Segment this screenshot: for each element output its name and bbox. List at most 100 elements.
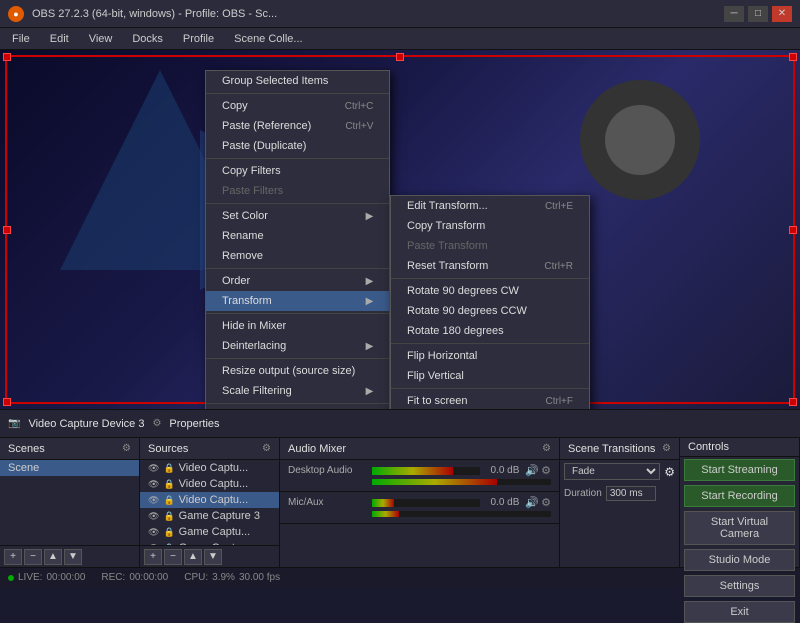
start-streaming-btn[interactable]: Start Streaming bbox=[684, 459, 795, 481]
source-down-btn[interactable]: ▼ bbox=[204, 549, 222, 565]
source-eye-2[interactable]: 👁 bbox=[148, 479, 159, 490]
source-item-2[interactable]: 👁 🔒 Video Captu... bbox=[140, 476, 279, 492]
ctx-sep-6 bbox=[206, 358, 389, 359]
trans-gear-icon[interactable]: ⚙ bbox=[664, 465, 675, 479]
transitions-settings-icon[interactable]: ⚙ bbox=[662, 443, 671, 454]
main-area: Group Selected Items CopyCtrl+C Paste (R… bbox=[0, 50, 800, 567]
ctx-rotate-180[interactable]: Rotate 180 degrees bbox=[391, 321, 589, 341]
source-lock-4[interactable]: 🔒 bbox=[163, 511, 174, 522]
settings-icon[interactable]: ⚙ bbox=[152, 418, 161, 429]
source-item-4[interactable]: 👁 🔒 Game Capture 3 bbox=[140, 508, 279, 524]
source-lock-5[interactable]: 🔒 bbox=[163, 527, 174, 538]
titlebar-left: ● OBS 27.2.3 (64-bit, windows) - Profile… bbox=[8, 6, 277, 22]
fps-value: 30.00 fps bbox=[239, 572, 280, 583]
scene-add-btn[interactable]: + bbox=[4, 549, 22, 565]
audio-panel: Audio Mixer ⚙ Desktop Audio 0.0 dB 🔊 ⚙ bbox=[280, 438, 560, 567]
source-lock-1[interactable]: 🔒 bbox=[163, 463, 174, 474]
rec-time: 00:00:00 bbox=[129, 572, 168, 583]
ctx-edit-transform[interactable]: Edit Transform...Ctrl+E bbox=[391, 196, 589, 216]
handle-middle-right[interactable] bbox=[789, 226, 797, 234]
ctx-hide-in-mixer[interactable]: Hide in Mixer bbox=[206, 316, 389, 336]
menu-file[interactable]: File bbox=[4, 31, 38, 47]
source-remove-btn[interactable]: − bbox=[164, 549, 182, 565]
source-item-5[interactable]: 👁 🔒 Game Captu... bbox=[140, 524, 279, 540]
menu-profile[interactable]: Profile bbox=[175, 31, 222, 47]
source-add-btn[interactable]: + bbox=[144, 549, 162, 565]
studio-mode-btn[interactable]: Studio Mode bbox=[684, 549, 795, 571]
handle-bottom-right[interactable] bbox=[789, 398, 797, 406]
menu-view[interactable]: View bbox=[81, 31, 121, 47]
close-button[interactable]: ✕ bbox=[772, 6, 792, 22]
ctx-paste-duplicate[interactable]: Paste (Duplicate) bbox=[206, 136, 389, 156]
audio-settings-icon[interactable]: ⚙ bbox=[542, 443, 551, 454]
menu-docks[interactable]: Docks bbox=[124, 31, 171, 47]
ctx-flip-horizontal[interactable]: Flip Horizontal bbox=[391, 346, 589, 366]
scene-down-btn[interactable]: ▼ bbox=[64, 549, 82, 565]
handle-middle-left[interactable] bbox=[3, 226, 11, 234]
source-up-btn[interactable]: ▲ bbox=[184, 549, 202, 565]
start-recording-btn[interactable]: Start Recording bbox=[684, 485, 795, 507]
ctx-reset-transform[interactable]: Reset TransformCtrl+R bbox=[391, 256, 589, 276]
handle-top-middle[interactable] bbox=[396, 53, 404, 61]
source-eye-3[interactable]: 👁 bbox=[148, 495, 159, 506]
audio-desktop-settings[interactable]: ⚙ bbox=[541, 464, 551, 477]
source-label-1: Video Captu... bbox=[179, 462, 249, 474]
scene-item[interactable]: Scene bbox=[0, 460, 139, 476]
trans-type-select[interactable]: Fade Cut Swipe Slide bbox=[564, 463, 660, 480]
handle-bottom-left[interactable] bbox=[3, 398, 11, 406]
ctx-blending-mode[interactable]: Blending Mode▶ bbox=[206, 406, 389, 409]
ctx-rotate-90-cw[interactable]: Rotate 90 degrees CW bbox=[391, 281, 589, 301]
handle-top-left[interactable] bbox=[3, 53, 11, 61]
ctx-copy[interactable]: CopyCtrl+C bbox=[206, 96, 389, 116]
live-indicator bbox=[8, 575, 14, 581]
ctx-deinterlacing[interactable]: Deinterlacing▶ bbox=[206, 336, 389, 356]
source-eye-4[interactable]: 👁 bbox=[148, 511, 159, 522]
audio-desktop-meter bbox=[372, 467, 480, 475]
cpu-label: CPU: bbox=[184, 572, 208, 583]
ctx-scale-filtering[interactable]: Scale Filtering▶ bbox=[206, 381, 389, 401]
settings-btn[interactable]: Settings bbox=[684, 575, 795, 597]
ctx-rename[interactable]: Rename bbox=[206, 226, 389, 246]
source-eye-1[interactable]: 👁 bbox=[148, 463, 159, 474]
menu-edit[interactable]: Edit bbox=[42, 31, 77, 47]
sources-header: Sources ⚙ bbox=[140, 438, 279, 460]
ctx-copy-transform[interactable]: Copy Transform bbox=[391, 216, 589, 236]
audio-desktop-mute[interactable]: 🔊 bbox=[525, 464, 539, 477]
ctx-resize-output[interactable]: Resize output (source size) bbox=[206, 361, 389, 381]
ctx-paste-reference[interactable]: Paste (Reference)Ctrl+V bbox=[206, 116, 389, 136]
scene-remove-btn[interactable]: − bbox=[24, 549, 42, 565]
ctx-paste-filters: Paste Filters bbox=[206, 181, 389, 201]
properties-label[interactable]: Properties bbox=[169, 418, 219, 430]
source-item-1[interactable]: 👁 🔒 Video Captu... bbox=[140, 460, 279, 476]
maximize-button[interactable]: □ bbox=[748, 6, 768, 22]
source-item-3[interactable]: 👁 🔒 Video Captu... bbox=[140, 492, 279, 508]
ctx-transform[interactable]: Transform▶ bbox=[206, 291, 389, 311]
ctx-set-color[interactable]: Set Color▶ bbox=[206, 206, 389, 226]
scene-up-btn[interactable]: ▲ bbox=[44, 549, 62, 565]
audio-mic-mute[interactable]: 🔊 bbox=[525, 496, 539, 509]
start-virtual-camera-btn[interactable]: Start Virtual Camera bbox=[684, 511, 795, 545]
ctx-group-selected[interactable]: Group Selected Items bbox=[206, 71, 389, 91]
source-lock-2[interactable]: 🔒 bbox=[163, 479, 174, 490]
ctx-order[interactable]: Order▶ bbox=[206, 271, 389, 291]
scenes-settings-icon[interactable]: ⚙ bbox=[122, 443, 131, 454]
minimize-button[interactable]: ─ bbox=[724, 6, 744, 22]
ctx-remove[interactable]: Remove bbox=[206, 246, 389, 266]
source-eye-5[interactable]: 👁 bbox=[148, 527, 159, 538]
ctx-fit-to-screen[interactable]: Fit to screenCtrl+F bbox=[391, 391, 589, 409]
menu-scene-collection[interactable]: Scene Colle... bbox=[226, 31, 310, 47]
ctx-copy-filters[interactable]: Copy Filters bbox=[206, 161, 389, 181]
exit-btn[interactable]: Exit bbox=[684, 601, 795, 623]
trans-duration-input[interactable] bbox=[606, 486, 656, 501]
audio-desktop-row: Desktop Audio 0.0 dB 🔊 ⚙ bbox=[288, 464, 551, 477]
ctx-sep-2 bbox=[206, 158, 389, 159]
sources-header-icons: ⚙ bbox=[262, 443, 271, 454]
sources-settings-icon[interactable]: ⚙ bbox=[262, 443, 271, 454]
status-live: LIVE: 00:00:00 bbox=[8, 572, 85, 583]
handle-top-right[interactable] bbox=[789, 53, 797, 61]
ctx-sep-1 bbox=[206, 93, 389, 94]
source-lock-3[interactable]: 🔒 bbox=[163, 495, 174, 506]
audio-mic-settings[interactable]: ⚙ bbox=[541, 496, 551, 509]
ctx-rotate-90-ccw[interactable]: Rotate 90 degrees CCW bbox=[391, 301, 589, 321]
ctx-flip-vertical[interactable]: Flip Vertical bbox=[391, 366, 589, 386]
